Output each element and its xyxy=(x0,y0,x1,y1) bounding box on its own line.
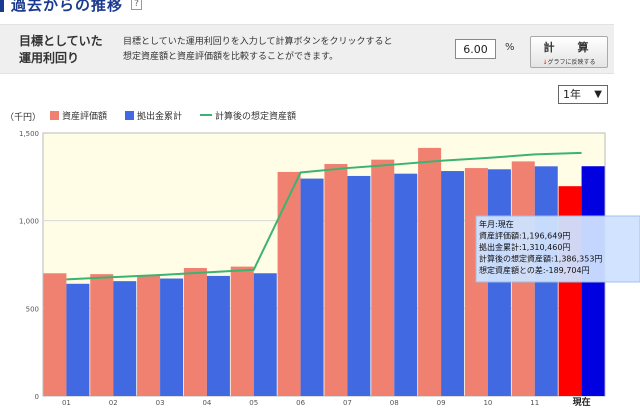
target-rate-label-line1: 目標としていた xyxy=(19,34,103,48)
x-tick-label-6: 07 xyxy=(343,399,352,407)
target-rate-panel: 目標としていた 運用利回り 目標としていた運用利回りを入力して計算ボタンをクリッ… xyxy=(0,24,614,74)
calculate-button-sub: ↓グラフに反映する xyxy=(531,57,607,66)
bar-contribution-3 xyxy=(206,275,230,396)
bar-contribution-6 xyxy=(347,175,371,396)
x-tick-label-8: 09 xyxy=(437,399,446,407)
section-title: 過去からの推移 ? xyxy=(0,0,143,15)
page-title: 過去からの推移 xyxy=(11,0,124,14)
y-axis-unit-label: （千円） xyxy=(5,112,41,123)
bar-asset-6 xyxy=(324,164,348,396)
x-tick-label-5: 06 xyxy=(296,399,305,407)
x-tick-label-4: 05 xyxy=(249,399,258,407)
tooltip-line-4: 計算後の想定資産額:1,386,353円 xyxy=(479,254,602,264)
tooltip-line-2: 資産評価額:1,196,649円 xyxy=(479,231,570,241)
target-rate-description: 目標としていた運用利回りを入力して計算ボタンをクリックすると 想定資産額と資産評… xyxy=(123,35,392,65)
calculate-button[interactable]: 計 算 ↓グラフに反映する xyxy=(530,36,608,68)
bar-contribution-4 xyxy=(253,273,277,396)
x-tick-label-11: 現在 xyxy=(573,396,591,408)
x-tick-label-3: 04 xyxy=(202,399,211,407)
calculate-button-sub-label: グラフに反映する xyxy=(547,59,596,66)
bar-asset-4 xyxy=(230,266,254,396)
tooltip-line-1: 年月:現在 xyxy=(479,219,514,229)
tooltip-line-5: 想定資産額との差:-189,704円 xyxy=(479,265,590,275)
percent-unit-label: % xyxy=(505,42,515,53)
bar-contribution-8 xyxy=(441,171,465,396)
bar-asset-0 xyxy=(43,273,67,396)
bar-asset-3 xyxy=(183,268,207,396)
description-line2: 想定資産額と資産評価額を比較することができます。 xyxy=(123,52,339,62)
tooltip-line-3: 拠出金累計:1,310,460円 xyxy=(479,242,570,252)
y-tick-label-1: 500 xyxy=(26,305,39,313)
bar-asset-7 xyxy=(371,159,395,396)
bar-asset-1 xyxy=(90,274,114,396)
x-tick-label-1: 02 xyxy=(109,399,118,407)
legend-swatch-1 xyxy=(125,111,134,120)
target-rate-label-line2: 運用利回り xyxy=(19,51,80,65)
y-tick-label-2: 1,000 xyxy=(19,218,39,226)
legend-label-1: 拠出金累計 xyxy=(137,110,182,122)
x-tick-label-9: 10 xyxy=(483,399,492,407)
legend-swatch-0 xyxy=(50,111,59,120)
bar-asset-8 xyxy=(418,147,442,396)
bar-contribution-7 xyxy=(394,173,418,396)
y-tick-label-0: 0 xyxy=(35,393,39,401)
x-tick-label-7: 08 xyxy=(390,399,399,407)
x-tick-label-0: 01 xyxy=(62,399,71,407)
legend-label-2: 計算後の想定資産額 xyxy=(215,110,296,122)
help-icon[interactable]: ? xyxy=(131,0,143,10)
asset-chart: （千円） 資産評価額 拠出金累計 計算後の想定資産額 0 500 1,000 1,500 01 0… xyxy=(5,110,640,408)
bar-asset-5 xyxy=(277,171,301,396)
description-line1: 目標としていた運用利回りを入力して計算ボタンをクリックすると xyxy=(123,37,393,47)
target-rate-input[interactable] xyxy=(455,39,496,59)
bar-contribution-1 xyxy=(113,281,137,396)
bar-contribution-5 xyxy=(300,178,324,396)
target-rate-label: 目標としていた 運用利回り xyxy=(19,33,103,67)
bar-contribution-0 xyxy=(66,283,90,396)
calculate-button-label: 計 算 xyxy=(543,41,595,54)
title-accent-bar xyxy=(0,0,4,12)
y-tick-label-3: 1,500 xyxy=(19,130,39,138)
x-tick-label-2: 03 xyxy=(156,399,165,407)
bar-contribution-9 xyxy=(487,169,511,396)
bar-contribution-2 xyxy=(160,278,184,396)
x-tick-label-10: 11 xyxy=(530,399,539,407)
bar-asset-2 xyxy=(137,275,161,396)
legend-label-0: 資産評価額 xyxy=(62,110,107,122)
